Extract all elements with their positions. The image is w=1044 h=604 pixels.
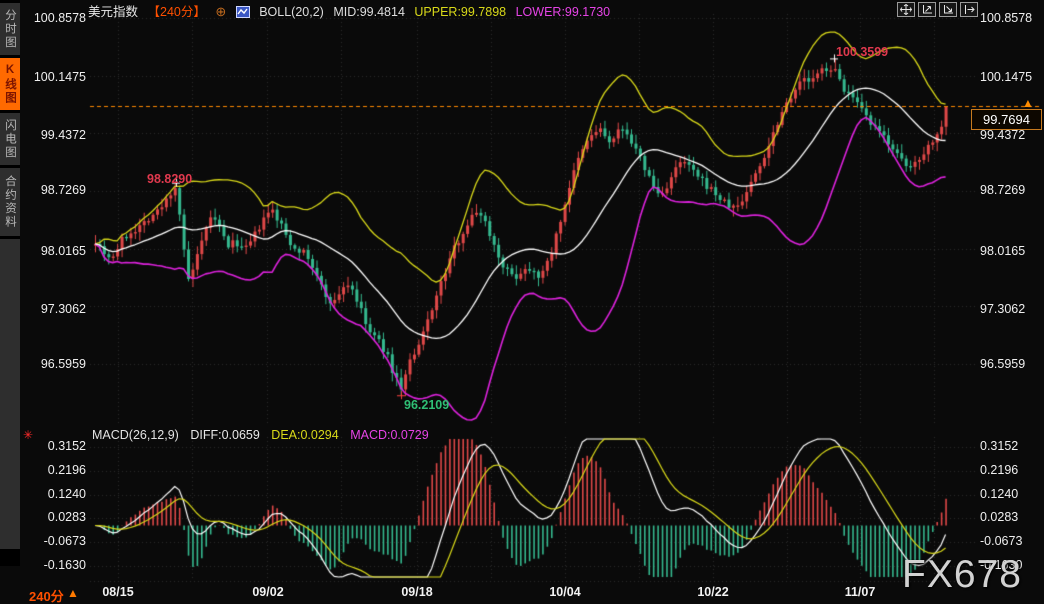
sidebar-tab-timeline[interactable]: 分时图 — [0, 3, 20, 55]
high-annotation: 100.3599 — [836, 45, 888, 59]
price-tick-left: 100.1475 — [30, 70, 86, 84]
sidebar-tab-lightning[interactable]: 闪电图 — [0, 113, 20, 165]
price-tick-right: 98.7269 — [980, 183, 1042, 197]
axis-zoom-out-icon[interactable] — [939, 2, 957, 17]
chart-type-icon[interactable] — [236, 6, 250, 21]
axis-shift-right-icon[interactable] — [960, 2, 978, 17]
add-indicator-icon[interactable]: ⊕ — [215, 4, 226, 19]
macd-tick-right: 0.1240 — [980, 487, 1042, 501]
macd-tick-left: 0.2196 — [30, 463, 86, 477]
macd-dea-value: DEA:0.0294 — [271, 428, 338, 442]
date-tick: 09/02 — [244, 585, 292, 599]
macd-tick-left: -0.1630 — [30, 558, 86, 572]
axis-zoom-in-icon[interactable] — [918, 2, 936, 17]
date-tick: 11/07 — [836, 585, 884, 599]
macd-tick-left: 0.0283 — [30, 510, 86, 524]
local-high-annotation: 98.8290 — [147, 172, 192, 186]
sidebar-filler — [0, 239, 20, 549]
boll-indicator-label: BOLL(20,2) — [259, 5, 324, 19]
date-tick: 10/04 — [541, 585, 589, 599]
price-tick-right: 100.1475 — [980, 70, 1042, 84]
period-label[interactable]: 【240分】 — [148, 5, 206, 19]
fx678-watermark: FX678 — [902, 553, 1022, 597]
last-price-badge: 99.7694 — [971, 109, 1042, 130]
footer-period-dropdown-icon[interactable]: ▲ — [67, 586, 79, 600]
window-controls — [897, 2, 978, 17]
boll-mid-value: MID:99.4814 — [333, 5, 405, 19]
price-up-arrow-icon: ▲ — [1022, 96, 1034, 110]
instrument-title: 美元指数 — [88, 5, 138, 19]
price-tick-left: 100.8578 — [30, 11, 86, 25]
macd-diff-value: DIFF:0.0659 — [190, 428, 259, 442]
date-tick: 08/15 — [94, 585, 142, 599]
macd-tick-left: 0.3152 — [30, 439, 86, 453]
macd-tick-right: -0.0673 — [980, 534, 1042, 548]
price-tick-right: 96.5959 — [980, 357, 1042, 371]
macd-tick-right: 0.0283 — [980, 510, 1042, 524]
price-tick-right: 97.3062 — [980, 302, 1042, 316]
macd-header: MACD(26,12,9) DIFF:0.0659 DEA:0.0294 MAC… — [92, 428, 437, 442]
chart-header: 美元指数 【240分】 ⊕ BOLL(20,2) MID:99.4814 UPP… — [88, 1, 616, 16]
sidebar-tab-contract-info[interactable]: 合约资料 — [0, 168, 20, 236]
price-tick-right: 98.0165 — [980, 244, 1042, 258]
boll-lower-value: LOWER:99.1730 — [516, 5, 611, 19]
sidebar: 分时图 K线图 闪电图 合约资料 — [0, 0, 20, 566]
macd-tick-right: 0.2196 — [980, 463, 1042, 477]
low-annotation: 96.2109 — [404, 398, 449, 412]
footer-period-label[interactable]: 240分 — [29, 586, 64, 604]
price-tick-left: 98.0165 — [30, 244, 86, 258]
date-tick: 10/22 — [689, 585, 737, 599]
chart-canvas[interactable] — [0, 0, 1044, 604]
sidebar-tab-kline[interactable]: K线图 — [0, 58, 20, 110]
date-tick: 09/18 — [393, 585, 441, 599]
price-tick-right: 99.4372 — [980, 128, 1042, 142]
macd-tick-left: -0.0673 — [30, 534, 86, 548]
boll-upper-value: UPPER:99.7898 — [414, 5, 506, 19]
chart-application-window: 分时图 K线图 闪电图 合约资料 美元指数 【240分】 ⊕ BOLL(20,2… — [0, 0, 1044, 604]
macd-settings-icon[interactable]: ✳ — [23, 428, 33, 442]
pan-move-icon[interactable] — [897, 2, 915, 17]
macd-indicator-label: MACD(26,12,9) — [92, 428, 179, 442]
price-tick-left: 98.7269 — [30, 183, 86, 197]
price-tick-right: 100.8578 — [980, 11, 1042, 25]
price-tick-left: 96.5959 — [30, 357, 86, 371]
macd-tick-left: 0.1240 — [30, 487, 86, 501]
price-tick-left: 97.3062 — [30, 302, 86, 316]
macd-macd-value: MACD:0.0729 — [350, 428, 429, 442]
macd-tick-right: 0.3152 — [980, 439, 1042, 453]
price-tick-left: 99.4372 — [30, 128, 86, 142]
